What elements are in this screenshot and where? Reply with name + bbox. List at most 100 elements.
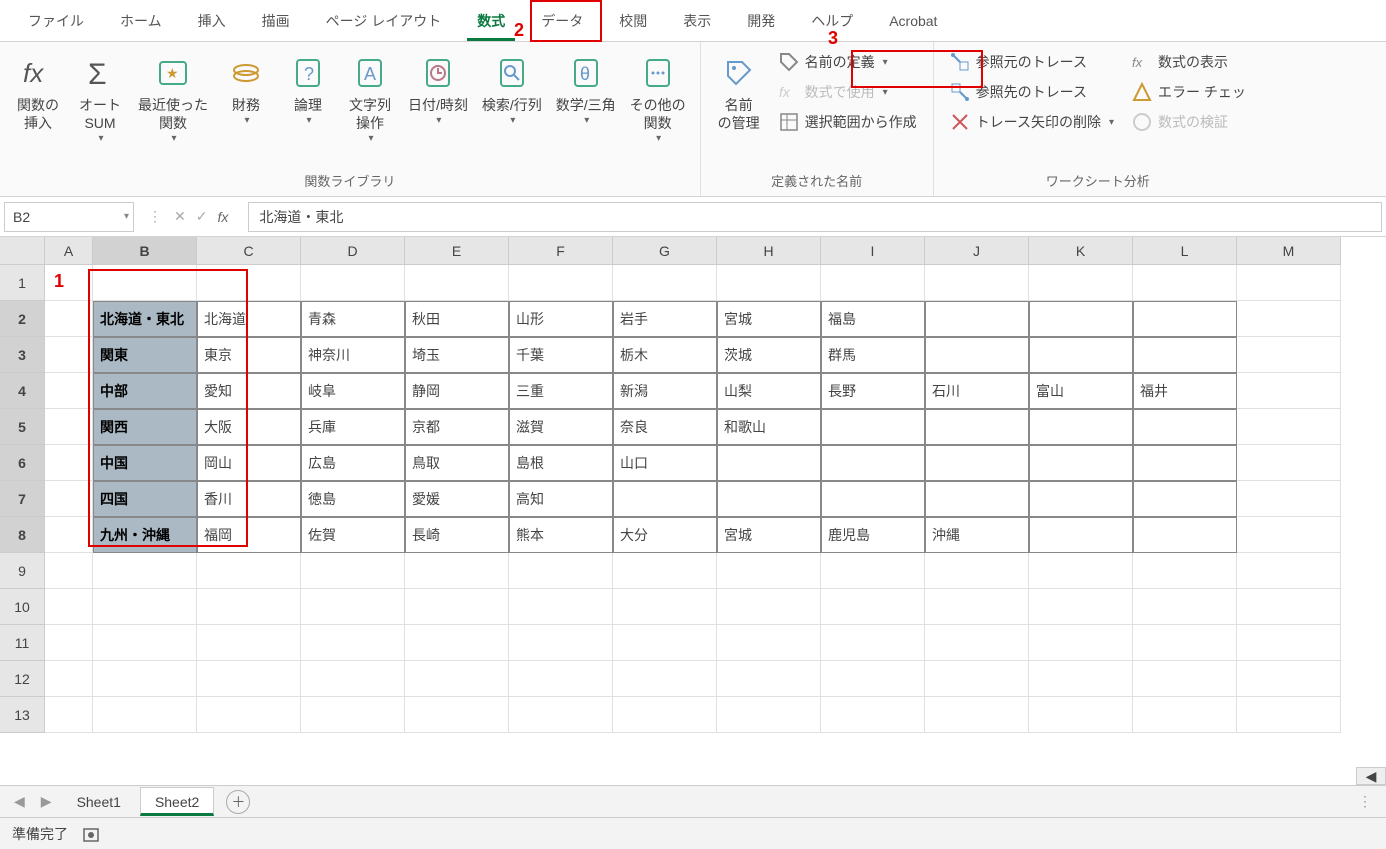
cell-B12[interactable] bbox=[93, 661, 197, 697]
confirm-edit-icon[interactable]: ✓ bbox=[196, 208, 208, 225]
autosum-button[interactable]: Σ オート SUM▾ bbox=[72, 48, 128, 149]
cell-B1[interactable] bbox=[93, 265, 197, 301]
macro-record-icon[interactable] bbox=[82, 825, 100, 843]
cell-G9[interactable] bbox=[613, 553, 717, 589]
cell-A6[interactable] bbox=[45, 445, 93, 481]
cell-L9[interactable] bbox=[1133, 553, 1237, 589]
cell-D4[interactable]: 岐阜 bbox=[301, 373, 405, 409]
cell-C4[interactable]: 愛知 bbox=[197, 373, 301, 409]
cell-E8[interactable]: 長崎 bbox=[405, 517, 509, 553]
create-from-selection-button[interactable]: 選択範囲から作成 bbox=[773, 108, 923, 136]
row-header-13[interactable]: 13 bbox=[0, 697, 45, 733]
cell-D3[interactable]: 神奈川 bbox=[301, 337, 405, 373]
cell-I1[interactable] bbox=[821, 265, 925, 301]
sheet-tab-2[interactable]: Sheet2 bbox=[140, 787, 214, 816]
cell-J10[interactable] bbox=[925, 589, 1029, 625]
tab-view[interactable]: 表示 bbox=[665, 1, 729, 41]
cell-G13[interactable] bbox=[613, 697, 717, 733]
cell-D10[interactable] bbox=[301, 589, 405, 625]
datetime-button[interactable]: 日付/時刻▾ bbox=[404, 48, 472, 131]
col-header-B[interactable]: B bbox=[93, 237, 197, 265]
cell-M11[interactable] bbox=[1237, 625, 1341, 661]
cell-C11[interactable] bbox=[197, 625, 301, 661]
cell-D9[interactable] bbox=[301, 553, 405, 589]
cell-L6[interactable] bbox=[1133, 445, 1237, 481]
cell-J9[interactable] bbox=[925, 553, 1029, 589]
row-header-5[interactable]: 5 bbox=[0, 409, 45, 445]
cell-E7[interactable]: 愛媛 bbox=[405, 481, 509, 517]
fx-icon-small[interactable]: fx bbox=[217, 209, 228, 225]
cell-J11[interactable] bbox=[925, 625, 1029, 661]
tab-pagelayout[interactable]: ページ レイアウト bbox=[308, 1, 460, 41]
row-header-7[interactable]: 7 bbox=[0, 481, 45, 517]
cell-M9[interactable] bbox=[1237, 553, 1341, 589]
cell-F9[interactable] bbox=[509, 553, 613, 589]
trace-dependents-button[interactable]: 参照先のトレース bbox=[944, 78, 1120, 106]
cell-M3[interactable] bbox=[1237, 337, 1341, 373]
cell-M4[interactable] bbox=[1237, 373, 1341, 409]
cell-I7[interactable] bbox=[821, 481, 925, 517]
cell-B6[interactable]: 中国 bbox=[93, 445, 197, 481]
cell-H7[interactable] bbox=[717, 481, 821, 517]
cell-J4[interactable]: 石川 bbox=[925, 373, 1029, 409]
cell-D12[interactable] bbox=[301, 661, 405, 697]
cell-D7[interactable]: 徳島 bbox=[301, 481, 405, 517]
cell-G3[interactable]: 栃木 bbox=[613, 337, 717, 373]
cell-D13[interactable] bbox=[301, 697, 405, 733]
sheet-nav-next[interactable]: ▶ bbox=[35, 793, 58, 810]
more-functions-button[interactable]: その他の 関数▾ bbox=[626, 48, 690, 149]
cell-F3[interactable]: 千葉 bbox=[509, 337, 613, 373]
cell-A8[interactable] bbox=[45, 517, 93, 553]
select-all-corner[interactable] bbox=[0, 237, 45, 265]
col-header-L[interactable]: L bbox=[1133, 237, 1237, 265]
cell-D5[interactable]: 兵庫 bbox=[301, 409, 405, 445]
cell-K4[interactable]: 富山 bbox=[1029, 373, 1133, 409]
col-header-K[interactable]: K bbox=[1029, 237, 1133, 265]
cell-L1[interactable] bbox=[1133, 265, 1237, 301]
cell-D2[interactable]: 青森 bbox=[301, 301, 405, 337]
cell-B2[interactable]: 北海道・東北 bbox=[93, 301, 197, 337]
text-functions-button[interactable]: A 文字列 操作▾ bbox=[342, 48, 398, 149]
col-header-J[interactable]: J bbox=[925, 237, 1029, 265]
cell-M7[interactable] bbox=[1237, 481, 1341, 517]
cell-I10[interactable] bbox=[821, 589, 925, 625]
cell-F2[interactable]: 山形 bbox=[509, 301, 613, 337]
tab-home[interactable]: ホーム bbox=[102, 1, 180, 41]
cell-G5[interactable]: 奈良 bbox=[613, 409, 717, 445]
cell-E11[interactable] bbox=[405, 625, 509, 661]
cell-H10[interactable] bbox=[717, 589, 821, 625]
tab-insert[interactable]: 挿入 bbox=[180, 1, 244, 41]
cell-F10[interactable] bbox=[509, 589, 613, 625]
cell-I4[interactable]: 長野 bbox=[821, 373, 925, 409]
row-header-3[interactable]: 3 bbox=[0, 337, 45, 373]
cell-B8[interactable]: 九州・沖縄 bbox=[93, 517, 197, 553]
cell-A2[interactable] bbox=[45, 301, 93, 337]
cell-K7[interactable] bbox=[1029, 481, 1133, 517]
cell-K13[interactable] bbox=[1029, 697, 1133, 733]
cell-M2[interactable] bbox=[1237, 301, 1341, 337]
show-formulas-button[interactable]: fx 数式の表示 bbox=[1126, 48, 1252, 76]
trace-precedents-button[interactable]: 参照元のトレース bbox=[944, 48, 1120, 76]
cell-H5[interactable]: 和歌山 bbox=[717, 409, 821, 445]
row-header-10[interactable]: 10 bbox=[0, 589, 45, 625]
cell-B4[interactable]: 中部 bbox=[93, 373, 197, 409]
cell-E9[interactable] bbox=[405, 553, 509, 589]
sheet-nav-prev[interactable]: ◀ bbox=[8, 793, 31, 810]
cell-L13[interactable] bbox=[1133, 697, 1237, 733]
tab-developer[interactable]: 開発 bbox=[729, 1, 793, 41]
cell-G1[interactable] bbox=[613, 265, 717, 301]
recent-functions-button[interactable]: ★ 最近使った 関数▾ bbox=[134, 48, 212, 149]
cell-G7[interactable] bbox=[613, 481, 717, 517]
cell-H3[interactable]: 茨城 bbox=[717, 337, 821, 373]
cell-M10[interactable] bbox=[1237, 589, 1341, 625]
cells-area[interactable]: 北海道・東北北海道青森秋田山形岩手宮城福島関東東京神奈川埼玉千葉栃木茨城群馬中部… bbox=[45, 265, 1386, 733]
sheet-tab-1[interactable]: Sheet1 bbox=[62, 787, 136, 817]
cell-G8[interactable]: 大分 bbox=[613, 517, 717, 553]
cell-K6[interactable] bbox=[1029, 445, 1133, 481]
cell-C9[interactable] bbox=[197, 553, 301, 589]
cell-M8[interactable] bbox=[1237, 517, 1341, 553]
cell-E2[interactable]: 秋田 bbox=[405, 301, 509, 337]
cell-G2[interactable]: 岩手 bbox=[613, 301, 717, 337]
cell-F13[interactable] bbox=[509, 697, 613, 733]
cell-K2[interactable] bbox=[1029, 301, 1133, 337]
